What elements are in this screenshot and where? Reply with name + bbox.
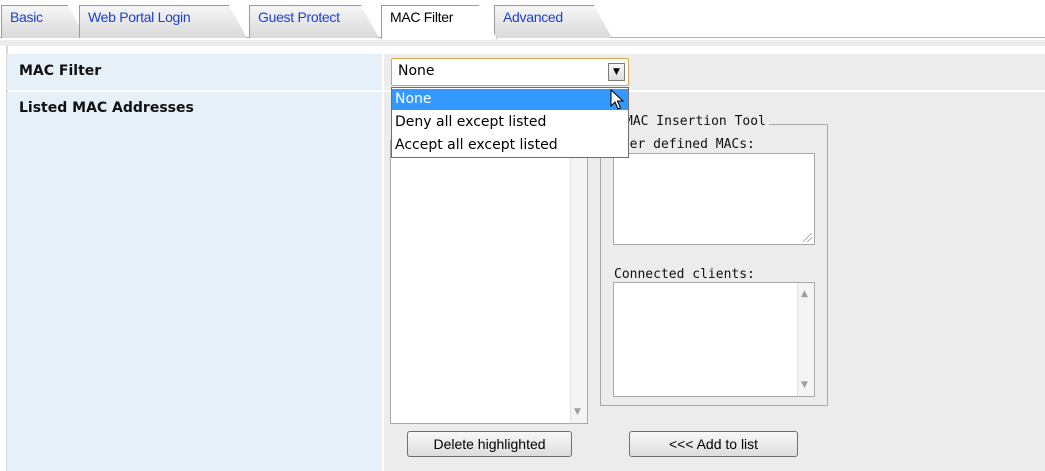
mac-filter-dropdown-list[interactable]: None Deny all except listed Accept all e… [391,87,629,158]
tab-advanced[interactable]: Advanced [494,5,612,38]
listed-macs-label-cell: Listed MAC Addresses [7,92,382,471]
tab-mac-filter[interactable]: MAC Filter [381,5,497,39]
scroll-down-arrow-icon[interactable]: ▼ [801,380,808,390]
scroll-down-arrow-icon[interactable]: ▼ [574,407,581,417]
tab-guest-protect[interactable]: Guest Protect [249,5,379,38]
user-defined-macs-textarea[interactable] [613,153,815,245]
mouse-pointer-icon [610,88,625,110]
mac-filter-selected-value: None [398,63,435,79]
dropdown-option-accept-all-except-listed[interactable]: Accept all except listed [392,135,628,156]
connected-clients-listbox[interactable]: ▲ ▼ [613,282,815,397]
connected-clients-label: Connected clients: [614,267,755,282]
tab-guest-protect-label: Guest Protect [258,9,340,25]
add-to-list-button[interactable]: <<< Add to list [629,431,798,457]
resize-grip-icon[interactable] [803,233,812,242]
mac-filter-label: MAC Filter [19,63,102,79]
chevron-down-icon[interactable]: ▼ [608,63,625,81]
listed-macs-listbox[interactable]: ▼ [390,140,588,424]
tab-mac-filter-label: MAC Filter [390,9,454,25]
tab-web-portal-login[interactable]: Web Portal Login [79,5,247,38]
delete-highlighted-button[interactable]: Delete highlighted [407,431,572,457]
tab-basic[interactable]: Basic [1,5,86,38]
mac-filter-select[interactable]: None ▼ [391,58,629,86]
connected-clients-scrollbar[interactable]: ▲ ▼ [797,283,814,396]
mac-insertion-tool-legend: MAC Insertion Tool [622,114,769,129]
mac-filter-label-cell: MAC Filter [7,54,382,90]
dropdown-option-none[interactable]: None [392,89,628,110]
tab-web-portal-login-label: Web Portal Login [88,9,191,25]
tab-basic-label: Basic [10,9,43,25]
scroll-up-arrow-icon[interactable]: ▲ [801,289,808,299]
dropdown-option-deny-all-except-listed[interactable]: Deny all except listed [392,112,628,133]
panel-top-strip [0,40,1045,46]
tab-bar: Basic Web Portal Login Guest Protect MAC… [0,0,1045,38]
user-defined-macs-label: User defined MACs: [614,137,755,152]
listed-macs-scrollbar[interactable]: ▼ [570,141,587,423]
listed-macs-label: Listed MAC Addresses [19,100,194,116]
tab-advanced-label: Advanced [503,9,563,25]
